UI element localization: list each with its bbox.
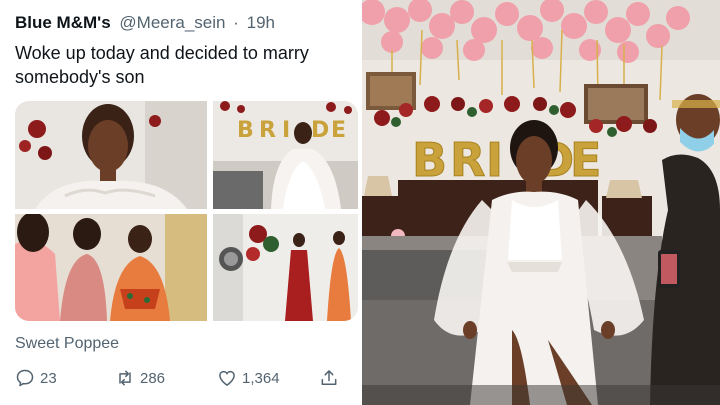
balloon-letter-b: B (412, 133, 447, 187)
media-photo-3[interactable] (15, 214, 207, 321)
balloon-letter-r: R (450, 133, 485, 187)
media-photo-4[interactable] (213, 214, 358, 321)
like-count: 1,364 (242, 369, 280, 387)
reply-count: 23 (40, 369, 57, 387)
tweet-header: Blue M&M's @Meera_sein · 19h (15, 12, 275, 34)
tweet-text-line-2: somebody's son (15, 67, 145, 87)
media-grid: B R I D E (15, 101, 358, 321)
balloon-letter-i: I (486, 133, 503, 187)
reply-button[interactable]: 23 (15, 366, 57, 390)
thumb-balloon-letter-r: R (259, 118, 276, 143)
share-button[interactable] (319, 366, 344, 390)
retweet-count: 286 (140, 369, 166, 387)
balloon-letter-e: E (570, 133, 601, 187)
retweet-icon (119, 370, 131, 386)
thumb-balloon-letter-b: B (237, 118, 254, 143)
thumb-balloon-letter-i: I (282, 118, 290, 143)
thumb-balloon-letter-e: E (331, 118, 346, 143)
user-handle[interactable]: @Meera_sein (119, 13, 225, 32)
separator-dot: · (233, 13, 239, 32)
tweet-actions: 23 286 1,364 (15, 366, 345, 390)
quoted-author[interactable]: Sweet Poppee (15, 335, 119, 353)
media-photo-1[interactable] (15, 101, 207, 209)
display-name[interactable]: Blue M&M's (15, 13, 111, 32)
tweet-card: Blue M&M's @Meera_sein · 19h Woke up tod… (0, 0, 362, 405)
heart-icon (219, 370, 235, 386)
share-icon (321, 370, 337, 385)
retweet-button[interactable]: 286 (115, 366, 165, 390)
tweet-text: Woke up today and decided to marry someb… (15, 41, 355, 89)
reply-icon (16, 369, 34, 387)
main-bride-photo[interactable]: B R I D E (362, 0, 720, 405)
tweet-text-line-1: Woke up today and decided to marry (15, 43, 309, 63)
media-photo-2[interactable]: B R I D E (213, 101, 358, 209)
thumb-balloon-letter-d: D (311, 118, 329, 143)
like-button[interactable]: 1,364 (217, 366, 280, 390)
tweet-timestamp[interactable]: 19h (247, 13, 275, 32)
